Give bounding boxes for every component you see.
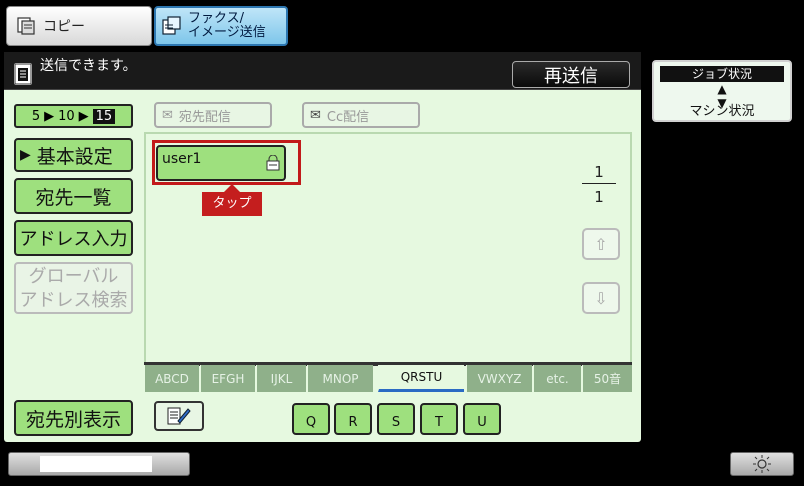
alpha-tab-efgh[interactable]: EFGH: [200, 365, 255, 392]
alpha-tab-abcd[interactable]: ABCD: [144, 365, 199, 392]
arrow-right-icon: ▶: [44, 108, 55, 124]
tab-copy-label: コピー: [43, 19, 85, 35]
brightness-icon: [753, 455, 771, 473]
tab-fax-label-1: ファクス/: [188, 11, 244, 26]
machine-status-label: マシン状況: [689, 104, 755, 119]
global-address-search-button[interactable]: グローバル アドレス検索: [14, 262, 133, 314]
letter-s-button[interactable]: S: [377, 403, 415, 435]
to-send-label: 宛先配信: [178, 109, 231, 125]
alpha-tab-etc[interactable]: etc.: [533, 365, 581, 392]
basic-settings-label: 基本設定: [36, 145, 113, 168]
cc-send-button[interactable]: ✉ Cc配信: [302, 102, 420, 128]
address-list-button[interactable]: 宛先一覧: [14, 178, 133, 214]
alpha-tab-qrstu[interactable]: QRSTU: [378, 365, 464, 392]
arrow-right-icon: ▶: [78, 108, 89, 124]
document-icon: [14, 63, 32, 85]
cc-send-label: Cc配信: [326, 109, 370, 125]
page-current: 1: [594, 163, 604, 181]
global-label-2: アドレス検索: [19, 290, 128, 311]
alpha-tab-ijkl[interactable]: IJKL: [256, 365, 306, 392]
letter-t-button[interactable]: T: [420, 403, 458, 435]
job-status-button[interactable]: ジョブ状況 ▲ ▼ マシン状況: [652, 60, 792, 122]
basic-settings-button[interactable]: ▶ 基本設定: [14, 138, 133, 172]
scroll-up-button[interactable]: ⇧: [582, 228, 620, 260]
tap-pointer: [224, 184, 240, 192]
count-10: 10: [58, 108, 75, 124]
alpha-tab-50on[interactable]: 50音: [582, 365, 632, 392]
address-view-button[interactable]: 宛先別表示: [14, 400, 133, 436]
edit-address-button[interactable]: [154, 401, 204, 431]
tap-label: タップ: [202, 192, 262, 216]
copy-icon: [17, 17, 35, 35]
arrow-down-icon: ⇩: [594, 288, 608, 308]
address-input-button[interactable]: アドレス入力: [14, 220, 133, 256]
global-label-1: グローバル: [28, 266, 119, 287]
scroll-down-button[interactable]: ⇩: [582, 282, 620, 314]
triangle-right-icon: ▶: [20, 147, 31, 163]
tap-highlight-box: [152, 140, 301, 185]
letter-u-button[interactable]: U: [463, 403, 501, 435]
tab-fax-label-2: イメージ送信: [188, 25, 266, 40]
envelope-icon: ✉: [310, 107, 321, 123]
display-count-button[interactable]: 5 ▶ 10 ▶ 15: [14, 104, 133, 128]
tab-fax-image-send[interactable]: ファクス/ イメージ送信: [154, 6, 288, 46]
alpha-tab-vwxyz[interactable]: VWXYZ: [466, 365, 532, 392]
arrow-up-icon: ⇧: [594, 234, 608, 254]
alpha-tab-mnop[interactable]: MNOP: [307, 365, 373, 392]
to-send-button[interactable]: ✉ 宛先配信: [154, 102, 272, 128]
page-divider: [582, 183, 616, 184]
envelope-icon: ✉: [162, 107, 173, 123]
count-5: 5: [31, 108, 41, 124]
letter-q-button[interactable]: Q: [292, 403, 330, 435]
job-status-label: ジョブ状況: [660, 66, 784, 82]
count-15: 15: [92, 108, 116, 124]
status-message: 送信できます。: [40, 58, 137, 74]
tab-copy[interactable]: コピー: [6, 6, 152, 46]
resend-button[interactable]: 再送信: [512, 61, 630, 88]
progress-slider-fill: [40, 456, 152, 472]
fax-icon: [162, 16, 181, 35]
brightness-button[interactable]: [730, 452, 794, 476]
edit-pencil-icon: [167, 407, 191, 425]
page-total: 1: [594, 188, 604, 206]
letter-r-button[interactable]: R: [334, 403, 372, 435]
